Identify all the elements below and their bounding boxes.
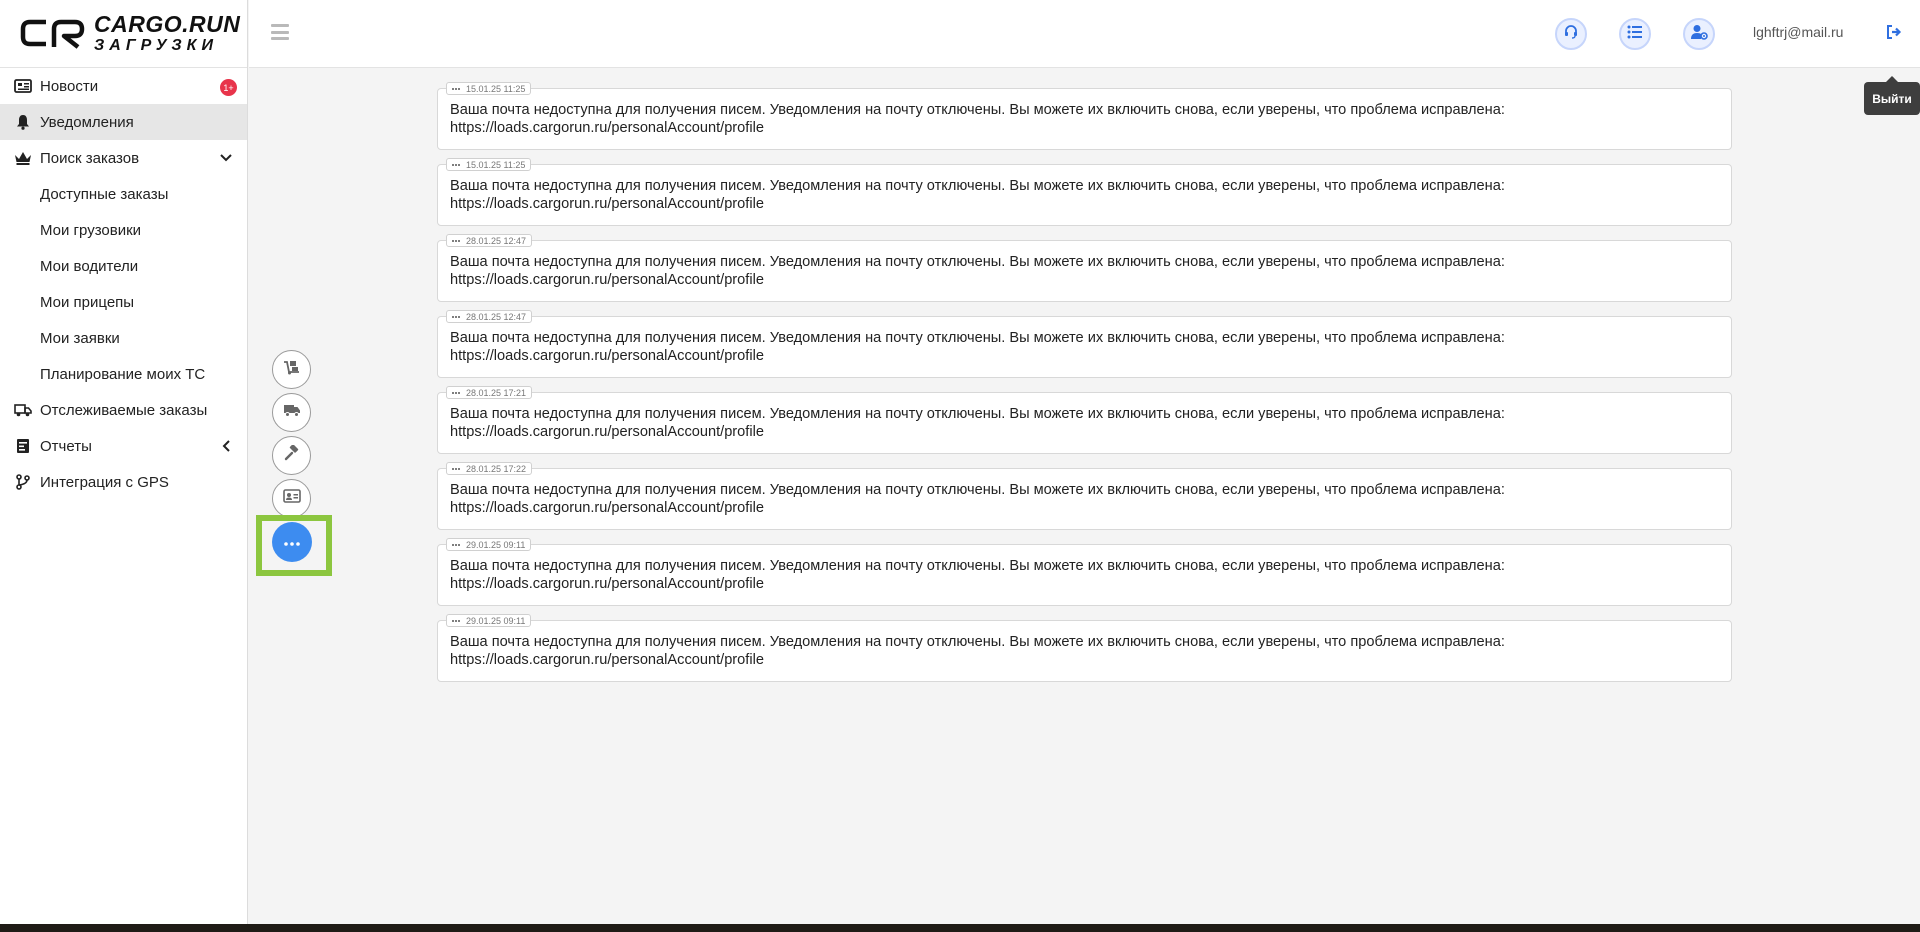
sidebar-item-my-drivers[interactable]: Мои водители: [0, 248, 247, 284]
task-list-button[interactable]: [1619, 18, 1651, 50]
sidebar-item-label: Доступные заказы: [40, 185, 169, 203]
notification-card[interactable]: 28.01.25 17:21 Ваша почта недоступна для…: [437, 386, 1732, 454]
logo[interactable]: CARGO.RUN ЗАГРУЗКИ: [0, 0, 247, 68]
gavel-icon: [284, 444, 300, 466]
notification-card[interactable]: 29.01.25 09:11 Ваша почта недоступна для…: [437, 614, 1732, 682]
notification-text: Ваша почта недоступна для получения писе…: [450, 178, 1505, 212]
notification-card[interactable]: 29.01.25 09:11 Ваша почта недоступна для…: [437, 538, 1732, 606]
notification-date: 28.01.25 12:47: [466, 235, 527, 246]
sidebar-item-label: Мои прицепы: [40, 293, 135, 311]
auction-action-button[interactable]: [272, 436, 311, 475]
notification-date: 28.01.25 17:22: [466, 463, 527, 474]
user-email: lghftrj@mail.ru: [1753, 24, 1844, 40]
notification-text: Ваша почта недоступна для получения писе…: [450, 558, 1505, 592]
bell-icon: [13, 112, 33, 132]
notification-date: 29.01.25 09:11: [466, 539, 526, 550]
sidebar-item-label: Интеграция с GPS: [40, 473, 169, 491]
ellipsis-icon: [452, 163, 460, 166]
notification-date: 15.01.25 11:25: [466, 83, 526, 94]
truck-icon: [283, 403, 301, 422]
sidebar-item-my-trucks[interactable]: Мои грузовики: [0, 212, 247, 248]
report-icon: [13, 436, 33, 456]
git-branch-icon: [13, 472, 33, 492]
top-header: lghftrj@mail.ru: [249, 0, 1920, 68]
chevron-down-icon: [219, 151, 233, 165]
notification-text: Ваша почта недоступна для получения писе…: [450, 254, 1505, 288]
notification-text: Ваша почта недоступна для получения писе…: [450, 330, 1505, 364]
notification-card[interactable]: 28.01.25 17:22 Ваша почта недоступна для…: [437, 462, 1732, 530]
sidebar-item-label: Мои грузовики: [40, 221, 142, 239]
sidebar-item-notifications[interactable]: Уведомления: [0, 104, 247, 140]
driver-card-button[interactable]: [272, 479, 311, 518]
sidebar-item-tracked-orders[interactable]: Отслеживаемые заказы: [0, 392, 247, 428]
dolly-box-icon: [283, 359, 301, 380]
truck-action-button[interactable]: [272, 393, 311, 432]
notification-date: 29.01.25 09:11: [466, 615, 526, 626]
notification-date: 28.01.25 12:47: [466, 311, 527, 322]
ellipsis-icon: [452, 391, 460, 394]
taskbar-strip: [0, 924, 1920, 932]
notification-text: Ваша почта недоступна для получения писе…: [450, 634, 1505, 668]
ellipsis-icon: [452, 239, 460, 242]
notification-date: 15.01.25 11:25: [466, 159, 526, 170]
sidebar-item-my-requests[interactable]: Мои заявки: [0, 320, 247, 356]
user-cog-icon: [1690, 24, 1708, 45]
user-settings-button[interactable]: [1683, 18, 1715, 50]
notification-card[interactable]: 28.01.25 12:47 Ваша почта недоступна для…: [437, 310, 1732, 378]
notification-date: 28.01.25 17:21: [466, 387, 527, 398]
highlight-frame: [256, 515, 332, 576]
crown-icon: [13, 148, 33, 168]
load-cargo-button[interactable]: [272, 350, 311, 389]
list-icon: [1627, 25, 1643, 44]
sidebar-item-order-search[interactable]: Поиск заказов: [0, 140, 247, 176]
ellipsis-icon: [452, 87, 460, 90]
sidebar-item-vehicle-planning[interactable]: Планирование моих ТС: [0, 356, 247, 392]
sidebar-item-reports[interactable]: Отчеты: [0, 428, 247, 464]
sidebar-item-label: Поиск заказов: [40, 149, 140, 167]
ellipsis-icon: [452, 315, 460, 318]
sidebar-item-label: Новости: [40, 77, 99, 95]
logout-icon[interactable]: [1886, 24, 1904, 42]
notification-text: Ваша почта недоступна для получения писе…: [450, 406, 1505, 440]
id-card-icon: [282, 489, 301, 508]
sidebar-item-label: Уведомления: [40, 113, 134, 131]
notifications-list: 15.01.25 11:25 Ваша почта недоступна для…: [437, 82, 1732, 696]
news-count-badge: 1+: [220, 79, 237, 96]
sidebar-nav: Новости 1+ Уведомления Поиск заказов Дос…: [0, 68, 247, 500]
ellipsis-icon: [452, 619, 460, 622]
notification-text: Ваша почта недоступна для получения писе…: [450, 482, 1505, 516]
brand-title: CARGO.RUN: [94, 11, 241, 37]
sidebar-item-label: Планирование моих ТС: [40, 365, 206, 383]
notification-text: Ваша почта недоступна для получения писе…: [450, 102, 1505, 136]
sidebar-item-label: Отчеты: [40, 437, 92, 455]
sidebar-item-label: Мои водители: [40, 257, 139, 275]
sidebar-item-my-trailers[interactable]: Мои прицепы: [0, 284, 247, 320]
ellipsis-icon: [452, 467, 460, 470]
sidebar-item-label: Мои заявки: [40, 329, 120, 347]
menu-toggle-icon[interactable]: [271, 24, 289, 40]
newspaper-icon: [13, 76, 33, 96]
logo-mark-icon: [20, 17, 86, 51]
sidebar-item-label: Отслеживаемые заказы: [40, 401, 208, 419]
notification-card[interactable]: 28.01.25 12:47 Ваша почта недоступна для…: [437, 234, 1732, 302]
truck-tracking-icon: [13, 400, 33, 420]
chevron-left-icon: [219, 439, 233, 453]
brand-subtitle: ЗАГРУЗКИ: [94, 37, 218, 54]
sidebar-item-news[interactable]: Новости 1+: [0, 68, 247, 104]
support-headset-button[interactable]: [1555, 18, 1587, 50]
notification-card[interactable]: 15.01.25 11:25 Ваша почта недоступна для…: [437, 158, 1732, 226]
sidebar-item-gps-integration[interactable]: Интеграция с GPS: [0, 464, 247, 500]
headset-icon: [1563, 24, 1579, 45]
sidebar: CARGO.RUN ЗАГРУЗКИ Новости 1+ Уведомлени…: [0, 0, 248, 924]
logout-tooltip: Выйти: [1864, 76, 1920, 115]
notification-card[interactable]: 15.01.25 11:25 Ваша почта недоступна для…: [437, 82, 1732, 150]
ellipsis-icon: [452, 543, 460, 546]
sidebar-item-available-orders[interactable]: Доступные заказы: [0, 176, 247, 212]
